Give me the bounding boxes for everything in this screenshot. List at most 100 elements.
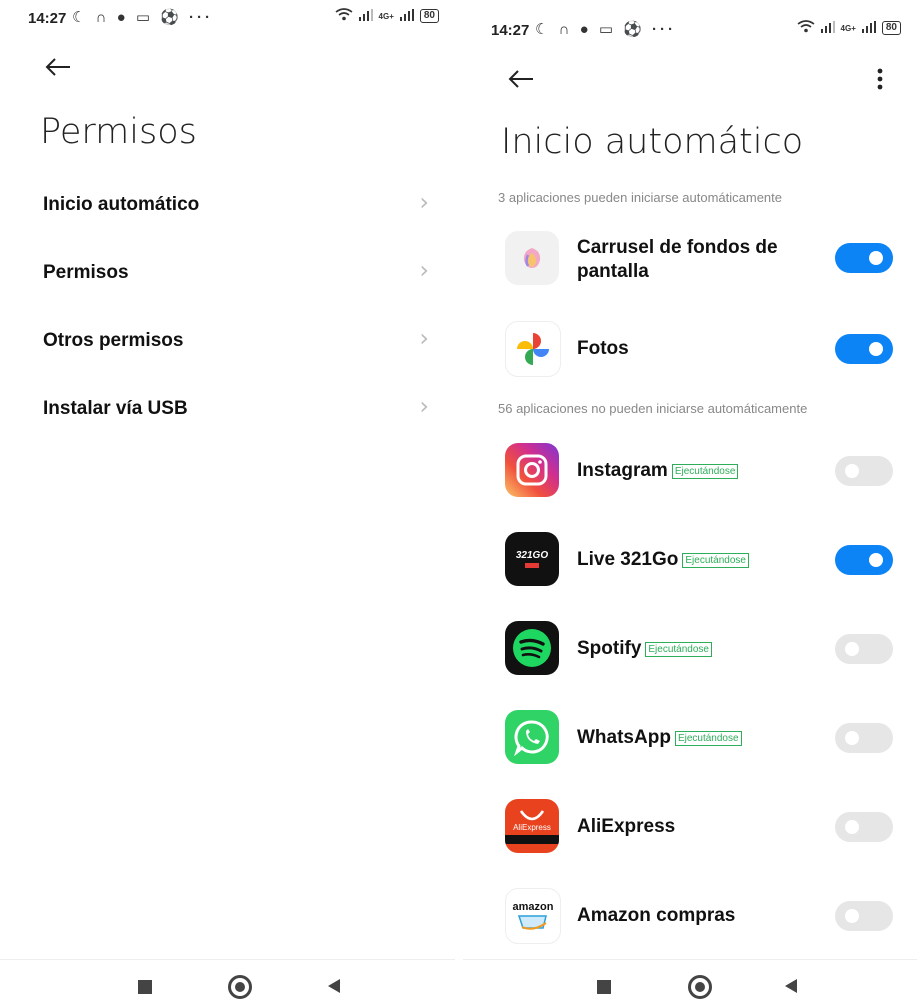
menu-item-label: Permisos [43,262,129,283]
autostart-toggle[interactable] [835,243,893,273]
page-title: Permisos [40,112,197,152]
status-bar: 14:27 ☾ ∩ ● ▭ ⚽ ··· 4G+ 80 [0,8,455,30]
home-button[interactable] [228,975,252,999]
battery-icon: 80 [881,21,901,35]
section-header-disabled: 56 aplicaciones no pueden iniciarse auto… [498,401,808,416]
menu-item-label: Otros permisos [43,330,184,351]
app-row-spotify: Spotify Ejecutándose [503,616,897,680]
back-arrow-icon[interactable] [507,64,535,96]
notification-icons: ☾ ∩ ● ▭ ⚽ ··· [535,21,677,38]
live321go-icon: 321GO [505,532,559,586]
whatsapp-icon [505,710,559,764]
live321go-logo-text: 321GO [515,550,549,561]
menu-item-autostart[interactable]: Inicio automático › [43,176,435,236]
autostart-toggle[interactable] [835,723,893,753]
more-options-icon[interactable] [877,68,883,97]
app-row-instagram: Instagram Ejecutándose [503,438,897,502]
wallpaper-carousel-icon [505,231,559,285]
instagram-icon [505,443,559,497]
wifi-icon [335,8,353,24]
toggle-knob [869,342,883,356]
home-button[interactable] [688,975,712,999]
network-type: 4G+ [840,23,856,33]
autostart-toggle[interactable] [835,634,893,664]
menu-item-other-permissions[interactable]: Otros permisos › [43,312,435,372]
notification-icons: ☾ ∩ ● ▭ ⚽ ··· [72,9,214,26]
running-badge: Ejecutándose [682,552,749,568]
app-name: Instagram [577,460,668,481]
system-icons: 4G+ 80 [797,20,901,36]
app-row-whatsapp: WhatsApp Ejecutándose [503,705,897,769]
chevron-right-icon: › [419,256,429,284]
network-type: 4G+ [378,11,394,21]
app-name: WhatsApp [577,727,671,748]
toggle-knob [845,464,859,478]
aliexpress-logo-text: AliExpress [513,822,551,832]
recents-button[interactable] [138,980,152,994]
signal-icon-2 [861,20,876,36]
autostart-toggle[interactable] [835,456,893,486]
autostart-toggle[interactable] [835,812,893,842]
toggle-knob [845,731,859,745]
app-name: Fotos [577,338,629,359]
section-header-enabled: 3 aplicaciones pueden iniciarse automáti… [498,190,783,205]
app-name: AliExpress [577,816,676,837]
amazon-icon: amazon [505,888,561,944]
status-bar: 14:27 ☾ ∩ ● ▭ ⚽ ··· 4G+ 80 [463,20,917,42]
wifi-icon [797,20,815,36]
navigation-bar [0,959,455,999]
aliexpress-icon: AliExpress [505,799,559,853]
system-icons: 4G+ 80 [335,8,439,24]
signal-icon [358,8,373,24]
autostart-toggle[interactable] [835,334,893,364]
app-row-wallpaper-carousel: Carrusel de fondos de pantalla [503,226,897,290]
toggle-knob [845,909,859,923]
app-row-live321go: 321GO Live 321Go Ejecutándose [503,527,897,591]
app-name: Carrusel de fondos de pantalla [577,237,778,282]
chevron-right-icon: › [419,324,429,352]
toggle-knob [869,553,883,567]
running-badge: Ejecutándose [674,730,742,746]
menu-item-install-usb[interactable]: Instalar vía USB › [43,380,435,440]
toggle-knob [869,251,883,265]
back-button[interactable] [328,979,340,993]
spotify-icon [505,621,559,675]
menu-item-label: Instalar vía USB [43,398,188,419]
page-title: Inicio automático [501,122,804,162]
status-time: 14:27 [28,10,67,27]
chevron-right-icon: › [419,392,429,420]
app-name-wrap: Spotify Ejecutándose [577,638,712,660]
menu-item-permissions[interactable]: Permisos › [43,244,435,304]
app-name: Amazon compras [577,905,736,926]
app-name: Spotify [577,638,642,659]
autostart-screen: 14:27 ☾ ∩ ● ▭ ⚽ ··· 4G+ 80 Inicio automá… [463,0,917,999]
autostart-toggle[interactable] [835,901,893,931]
battery-icon: 80 [419,9,439,23]
toggle-knob [845,642,859,656]
back-button[interactable] [785,979,797,993]
app-row-aliexpress: AliExpress AliExpress [503,794,897,858]
signal-icon [820,20,835,36]
chevron-right-icon: › [419,188,429,216]
screen-divider [455,0,463,998]
app-name-wrap: WhatsApp Ejecutándose [577,727,742,749]
app-row-amazon: amazon Amazon compras [503,883,897,947]
permissions-screen: 14:27 ☾ ∩ ● ▭ ⚽ ··· 4G+ 80 Permisos Inic… [0,0,455,999]
signal-icon-2 [399,8,414,24]
status-time: 14:27 [491,22,530,39]
running-badge: Ejecutándose [645,641,712,657]
navigation-bar [463,959,917,999]
autostart-toggle[interactable] [835,545,893,575]
recents-button[interactable] [597,980,611,994]
google-photos-icon [505,321,561,377]
menu-item-label: Inicio automático [43,194,200,215]
running-badge: Ejecutándose [671,463,739,479]
toggle-knob [845,820,859,834]
app-name-wrap: Instagram Ejecutándose [577,460,739,482]
back-arrow-icon[interactable] [44,52,72,84]
app-name-wrap: Live 321Go Ejecutándose [577,549,749,571]
live321go-badge [525,563,539,568]
app-row-fotos: Fotos [503,316,897,380]
amazon-logo-text: amazon [512,901,554,913]
app-name: Live 321Go [577,549,679,570]
